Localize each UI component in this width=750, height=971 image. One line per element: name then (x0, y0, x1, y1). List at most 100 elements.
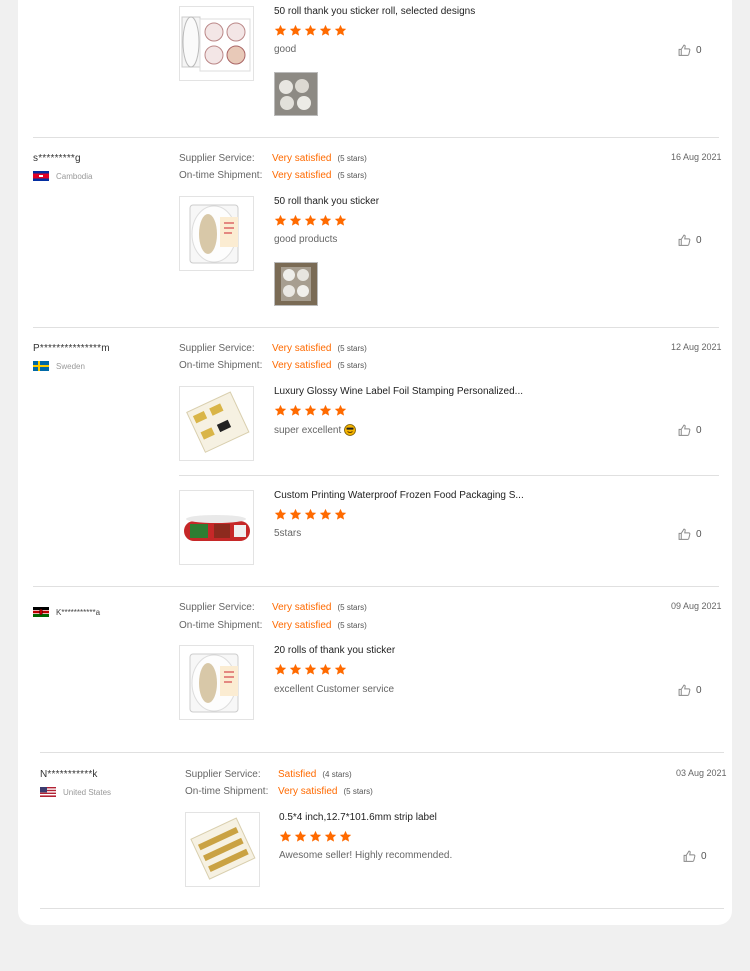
like-count: 0 (701, 851, 707, 862)
like-button[interactable]: 0 (678, 234, 702, 247)
review-date: 03 Aug 2021 (676, 768, 727, 778)
rating-label: On-time Shipment: (179, 620, 263, 631)
rating-label: Supplier Service: (179, 602, 255, 613)
rating-stars (279, 830, 354, 843)
rating-label: Supplier Service: (185, 769, 261, 780)
reviewer-name: P***************m (33, 343, 110, 354)
usa-flag-icon (40, 787, 56, 797)
kenya-flag-icon (33, 607, 49, 617)
star-icon (274, 663, 287, 675)
like-button[interactable]: 0 (678, 528, 702, 541)
rating-label: Supplier Service: (179, 343, 255, 354)
product-title[interactable]: 0.5*4 inch,12.7*101.6mm strip label (279, 812, 437, 823)
rating-label: On-time Shipment: (179, 170, 263, 181)
star-icon (304, 214, 317, 226)
review-date: 09 Aug 2021 (671, 601, 722, 611)
star-icon (289, 214, 302, 226)
country-name: Cambodia (56, 171, 93, 181)
review-date: 16 Aug 2021 (671, 152, 722, 162)
review-comment: good (274, 44, 297, 55)
star-icon (274, 24, 287, 36)
review-comment: 5stars (274, 528, 302, 539)
like-count: 0 (696, 235, 702, 246)
star-icon (304, 508, 317, 520)
supplier-service-rating: Supplier Service: Satisfied (4 stars) (185, 769, 352, 780)
rating-value: Very satisfied (272, 153, 332, 164)
star-icon (304, 24, 317, 36)
reviewer-name: N***********k (40, 769, 98, 780)
shipment-rating: On-time Shipment: Very satisfied (5 star… (179, 170, 367, 181)
like-button[interactable]: 0 (678, 44, 702, 57)
product-title[interactable]: Luxury Glossy Wine Label Foil Stamping P… (274, 386, 523, 397)
comment-text: super excellent (274, 424, 342, 436)
rating-stars (274, 24, 349, 37)
reviewer-identity: K***********a (33, 607, 100, 617)
star-icon (334, 508, 347, 520)
supplier-service-rating: Supplier Service: Very satisfied (5 star… (179, 602, 367, 613)
rating-value: Very satisfied (272, 343, 332, 354)
review-comment: super excellent (274, 424, 357, 436)
thumbs-up-icon (678, 684, 691, 696)
reviewer-country: United States (40, 787, 111, 797)
review-divider (40, 908, 724, 909)
sweden-flag-icon (33, 361, 49, 371)
review-photo[interactable] (274, 262, 318, 306)
like-count: 0 (696, 685, 702, 696)
reviewer-country: Cambodia (33, 171, 92, 181)
reviews-card (18, 0, 732, 925)
like-count: 0 (696, 529, 702, 540)
star-icon (319, 214, 332, 226)
rating-value: Very satisfied (272, 360, 332, 371)
country-name: Sweden (56, 361, 85, 371)
review-comment: Awesome seller! Highly recommended. (279, 850, 453, 861)
star-icon (309, 830, 322, 842)
star-icon (304, 663, 317, 675)
product-thumbnail[interactable] (179, 386, 254, 461)
like-button[interactable]: 0 (683, 850, 707, 863)
like-button[interactable]: 0 (678, 424, 702, 437)
supplier-service-rating: Supplier Service: Very satisfied (5 star… (179, 343, 367, 354)
shipment-rating: On-time Shipment: Very satisfied (5 star… (185, 786, 373, 797)
product-title[interactable]: 50 roll thank you sticker (274, 196, 379, 207)
review-divider (33, 137, 719, 138)
rating-stars-text: (5 stars) (337, 344, 367, 353)
rating-stars-text: (5 stars) (337, 621, 367, 630)
review-divider (33, 586, 719, 587)
thumbs-up-icon (678, 528, 691, 540)
star-icon (274, 508, 287, 520)
star-icon (334, 404, 347, 416)
rating-stars-text: (5 stars) (337, 603, 367, 612)
product-title[interactable]: Custom Printing Waterproof Frozen Food P… (274, 490, 524, 501)
shipment-rating: On-time Shipment: Very satisfied (5 star… (179, 620, 367, 631)
review-divider (40, 752, 724, 753)
product-thumbnail[interactable] (179, 645, 254, 720)
rating-value: Very satisfied (278, 786, 338, 797)
country-name: United States (63, 787, 112, 797)
product-thumbnail[interactable] (179, 196, 254, 271)
star-icon (319, 24, 332, 36)
rating-label: On-time Shipment: (185, 786, 269, 797)
like-count: 0 (696, 45, 702, 56)
star-icon (289, 404, 302, 416)
thumbs-up-icon (678, 44, 691, 56)
rating-value: Very satisfied (272, 170, 332, 181)
star-icon (324, 830, 337, 842)
like-button[interactable]: 0 (678, 684, 702, 697)
product-thumbnail[interactable] (179, 6, 254, 81)
product-thumbnail[interactable] (185, 812, 260, 887)
star-icon (319, 508, 332, 520)
star-icon (294, 830, 307, 842)
rating-stars-text: (5 stars) (337, 154, 367, 163)
star-icon (274, 404, 287, 416)
product-thumbnail[interactable] (179, 490, 254, 565)
supplier-service-rating: Supplier Service: Very satisfied (5 star… (179, 153, 367, 164)
star-icon (289, 24, 302, 36)
review-photo[interactable] (274, 72, 318, 116)
product-title[interactable]: 50 roll thank you sticker roll, selected… (274, 6, 475, 17)
rating-stars (274, 663, 349, 676)
reviewer-country: Sweden (33, 361, 85, 371)
star-icon (289, 508, 302, 520)
rating-value: Very satisfied (272, 620, 332, 631)
star-icon (304, 404, 317, 416)
product-title[interactable]: 20 rolls of thank you sticker (274, 645, 395, 656)
